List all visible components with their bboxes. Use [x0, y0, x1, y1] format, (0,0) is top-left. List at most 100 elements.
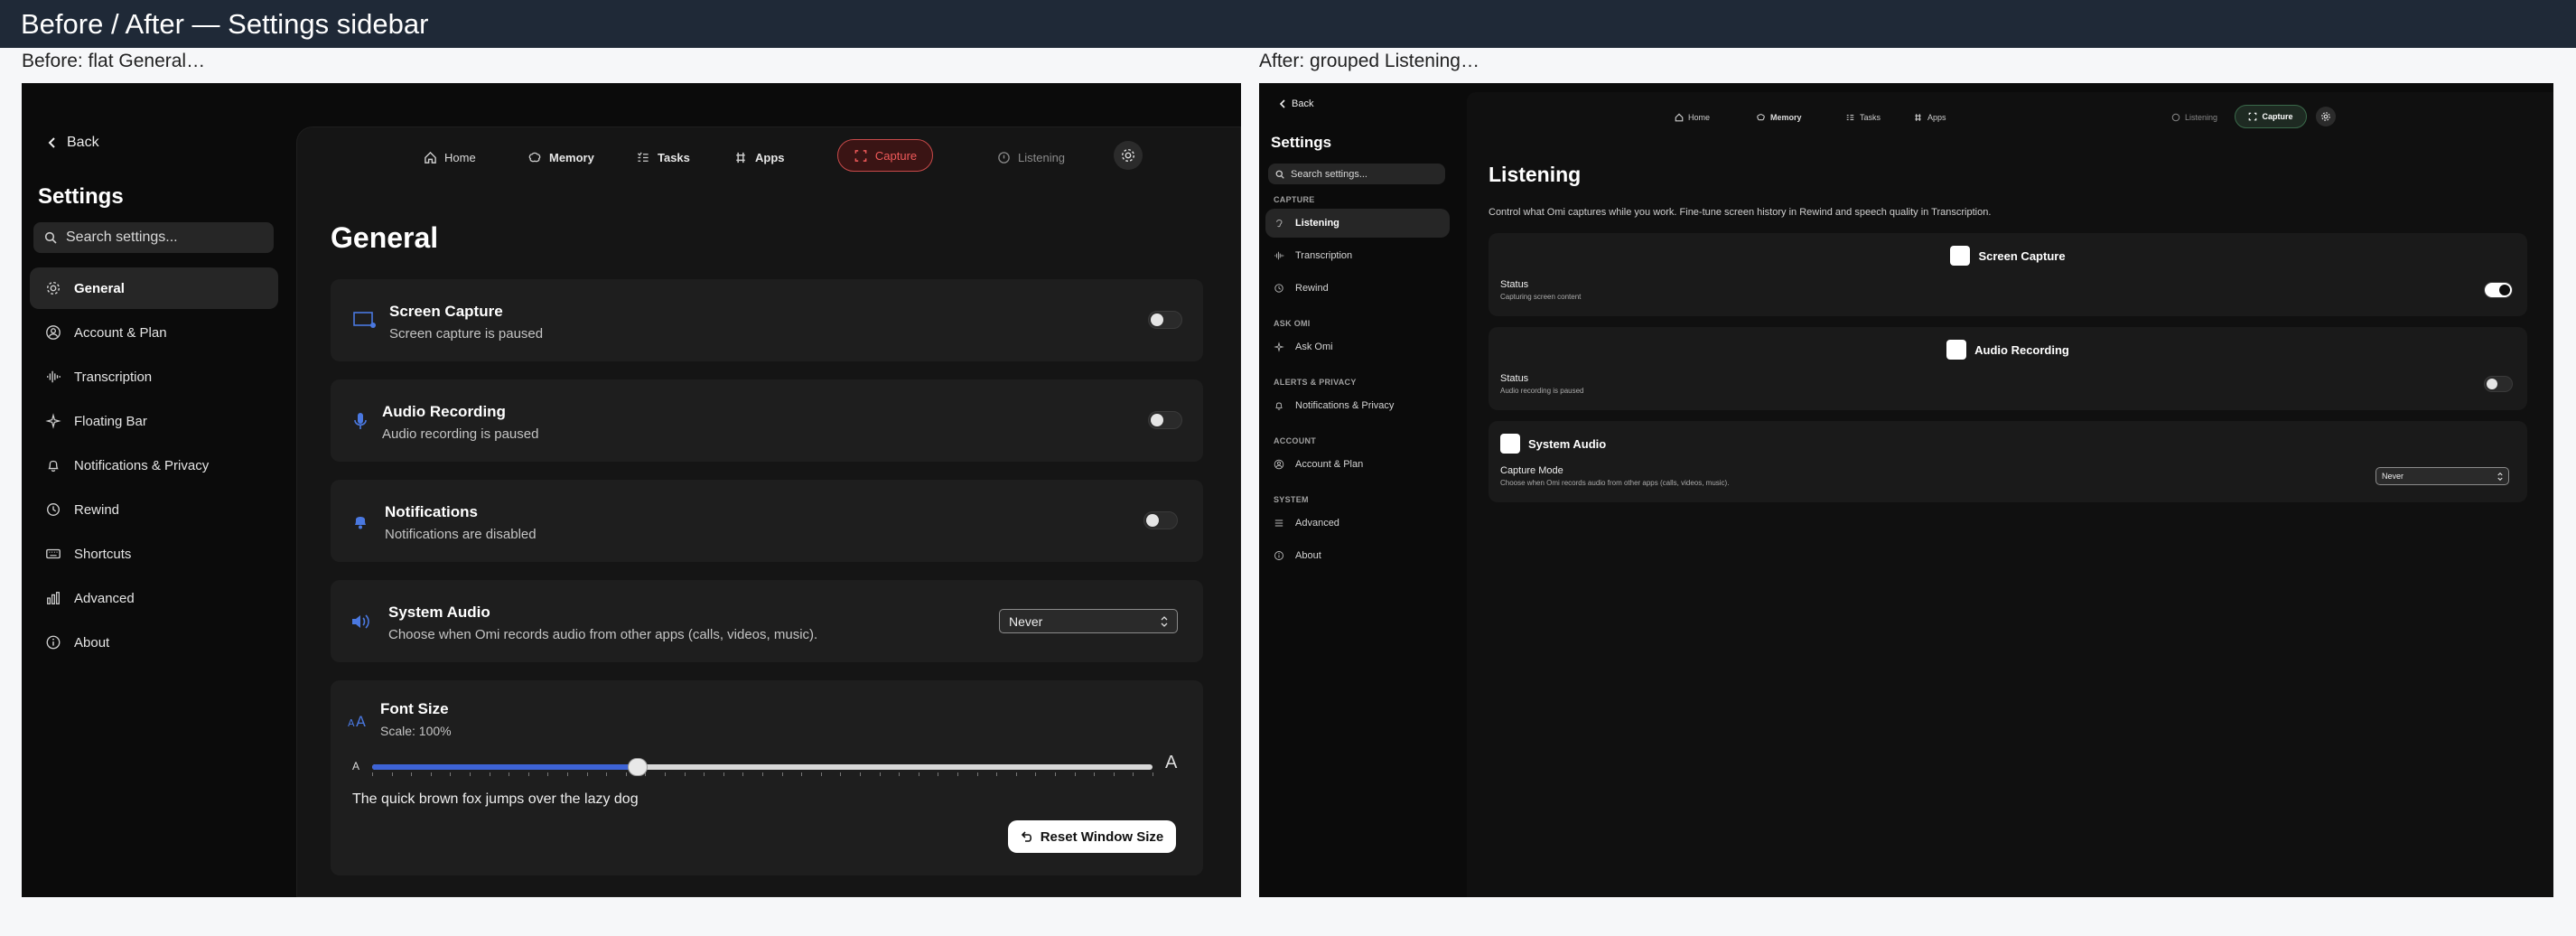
sidebar-item-shortcuts[interactable]: Shortcuts: [30, 533, 278, 575]
slider-tick: [957, 772, 958, 776]
after-nav-apps[interactable]: Apps: [1913, 113, 1946, 122]
gear-icon: [2321, 112, 2330, 121]
chevron-left-icon: [1279, 99, 1285, 108]
after-sidebar-item-account-plan[interactable]: Account & Plan: [1265, 450, 1450, 479]
font-size-scale: Scale: 100%: [380, 724, 452, 738]
after-system-audio-title: System Audio: [1528, 436, 1607, 451]
nav-tasks-label: Tasks: [658, 151, 690, 164]
after-screen-capture-card: Screen Capture Status Capturing screen c…: [1489, 233, 2527, 316]
notifications-card: Notifications Notifications are disabled: [331, 480, 1203, 562]
before-screenshot: Back Settings Search settings... General…: [22, 83, 1241, 897]
sidebar-item-about[interactable]: About: [30, 622, 278, 663]
screen-capture-card: Screen Capture Screen capture is paused: [331, 279, 1203, 361]
search-input[interactable]: Search settings...: [33, 222, 274, 253]
nav-tasks[interactable]: Tasks: [636, 151, 690, 164]
slider-tick: [547, 772, 549, 776]
sidebar-item-label: Transcription: [1295, 250, 1353, 261]
sidebar-section-header: CAPTURE: [1274, 195, 1315, 204]
nav-apps[interactable]: Apps: [733, 151, 785, 164]
main-heading: General: [331, 221, 439, 254]
nav-capture[interactable]: Capture: [837, 139, 933, 172]
history-icon: [1274, 284, 1283, 293]
sidebar-item-label: Shortcuts: [74, 546, 132, 562]
apps-icon: [1915, 114, 1921, 121]
after-sidebar-item-notifications-privacy[interactable]: Notifications & Privacy: [1265, 391, 1450, 420]
slider-tick: [430, 772, 432, 776]
audio-recording-icon-tile: [1946, 340, 1967, 360]
sidebar-item-rewind[interactable]: Rewind: [30, 489, 278, 530]
slider-tick: [470, 772, 471, 776]
audio-recording-toggle[interactable]: [1148, 411, 1182, 429]
sidebar-item-label: Advanced: [74, 590, 135, 606]
reset-window-size-button[interactable]: Reset Window Size: [1008, 820, 1176, 853]
after-sidebar-item-listening[interactable]: Listening: [1265, 209, 1450, 238]
sidebar-item-notifications-privacy[interactable]: Notifications & Privacy: [30, 445, 278, 486]
slider-tick: [899, 772, 901, 776]
nav-listening[interactable]: Listening: [997, 151, 1065, 164]
after-sidebar-item-ask-omi[interactable]: Ask Omi: [1265, 332, 1450, 361]
after-sidebar-item-transcription[interactable]: Transcription: [1265, 241, 1450, 270]
slider-tick: [762, 772, 763, 776]
settings-gear-button[interactable]: [1114, 141, 1143, 170]
gear-icon: [46, 281, 61, 295]
slider-tick: [1055, 772, 1056, 776]
after-system-audio-select[interactable]: Never: [2375, 467, 2509, 485]
info-icon: [1274, 551, 1283, 560]
bell-icon: [48, 460, 59, 473]
after-nav-capture[interactable]: Capture: [2235, 105, 2307, 128]
notifications-title: Notifications: [385, 503, 478, 520]
system-audio-select[interactable]: Never: [999, 609, 1178, 633]
after-screen-capture-toggle[interactable]: [2484, 282, 2513, 298]
screen-capture-toggle[interactable]: [1148, 311, 1182, 329]
slider-fill: [372, 764, 638, 770]
sidebar-item-advanced[interactable]: Advanced: [30, 577, 278, 619]
after-system-audio-label: Capture Mode: [1500, 465, 1563, 476]
nav-memory[interactable]: Memory: [527, 151, 594, 164]
system-audio-description: Choose when Omi records audio from other…: [388, 627, 818, 642]
after-search-placeholder: Search settings...: [1291, 168, 1367, 180]
updown-chevron-icon: [2497, 472, 2503, 481]
sidebar-item-label: Advanced: [1295, 518, 1339, 529]
monitor-icon: [353, 312, 376, 328]
sliders-icon: [1274, 519, 1283, 527]
sidebar-item-general[interactable]: General: [30, 267, 278, 309]
after-sidebar-item-about[interactable]: About: [1265, 541, 1450, 570]
large-a-label: A: [1165, 753, 1178, 772]
slider-tick: [996, 772, 998, 776]
after-nav-listening[interactable]: Listening: [2171, 113, 2217, 122]
brain-icon: [528, 152, 541, 163]
after-nav-home[interactable]: Home: [1675, 113, 1710, 122]
font-sample-text: The quick brown fox jumps over the lazy …: [352, 791, 639, 807]
after-screen-capture-label: Status: [1500, 279, 1529, 290]
slider-tick: [567, 772, 568, 776]
before-caption: Before: flat General…: [22, 51, 206, 71]
notifications-toggle[interactable]: [1143, 511, 1178, 529]
sidebar-title: Settings: [38, 184, 124, 209]
nav-listening-label: Listening: [1018, 151, 1066, 164]
after-search-input[interactable]: Search settings...: [1268, 164, 1445, 184]
font-size-slider[interactable]: [372, 758, 1153, 776]
after-sidebar-item-rewind[interactable]: Rewind: [1265, 274, 1450, 303]
slider-tick: [742, 772, 744, 776]
sidebar-item-transcription[interactable]: Transcription: [30, 356, 278, 398]
after-back-button[interactable]: Back: [1279, 98, 1313, 109]
after-nav-memory[interactable]: Memory: [1756, 113, 1802, 122]
after-settings-gear-button[interactable]: [2316, 107, 2336, 126]
after-nav-home-label: Home: [1688, 113, 1711, 122]
nav-home[interactable]: Home: [424, 151, 476, 164]
chart-bars-icon: [47, 592, 60, 604]
sidebar-item-label: Transcription: [74, 369, 153, 385]
sidebar-item-account-plan[interactable]: Account & Plan: [30, 312, 278, 353]
after-screen-capture-sub: Capturing screen content: [1500, 293, 1582, 301]
slider-thumb[interactable]: [627, 758, 648, 776]
back-button[interactable]: Back: [47, 135, 99, 151]
after-nav-tasks[interactable]: Tasks: [1845, 113, 1881, 122]
after-sidebar-item-advanced[interactable]: Advanced: [1265, 509, 1450, 538]
info-icon: [46, 635, 61, 650]
font-size-card: AA Font Size Scale: 100% A A The quick b…: [331, 680, 1203, 875]
sidebar-item-floating-bar[interactable]: Floating Bar: [30, 400, 278, 442]
ear-icon: [1276, 220, 1283, 228]
font-size-icon: AA: [348, 714, 366, 728]
after-audio-recording-toggle[interactable]: [2484, 376, 2513, 392]
sidebar-item-label: Rewind: [74, 501, 120, 518]
